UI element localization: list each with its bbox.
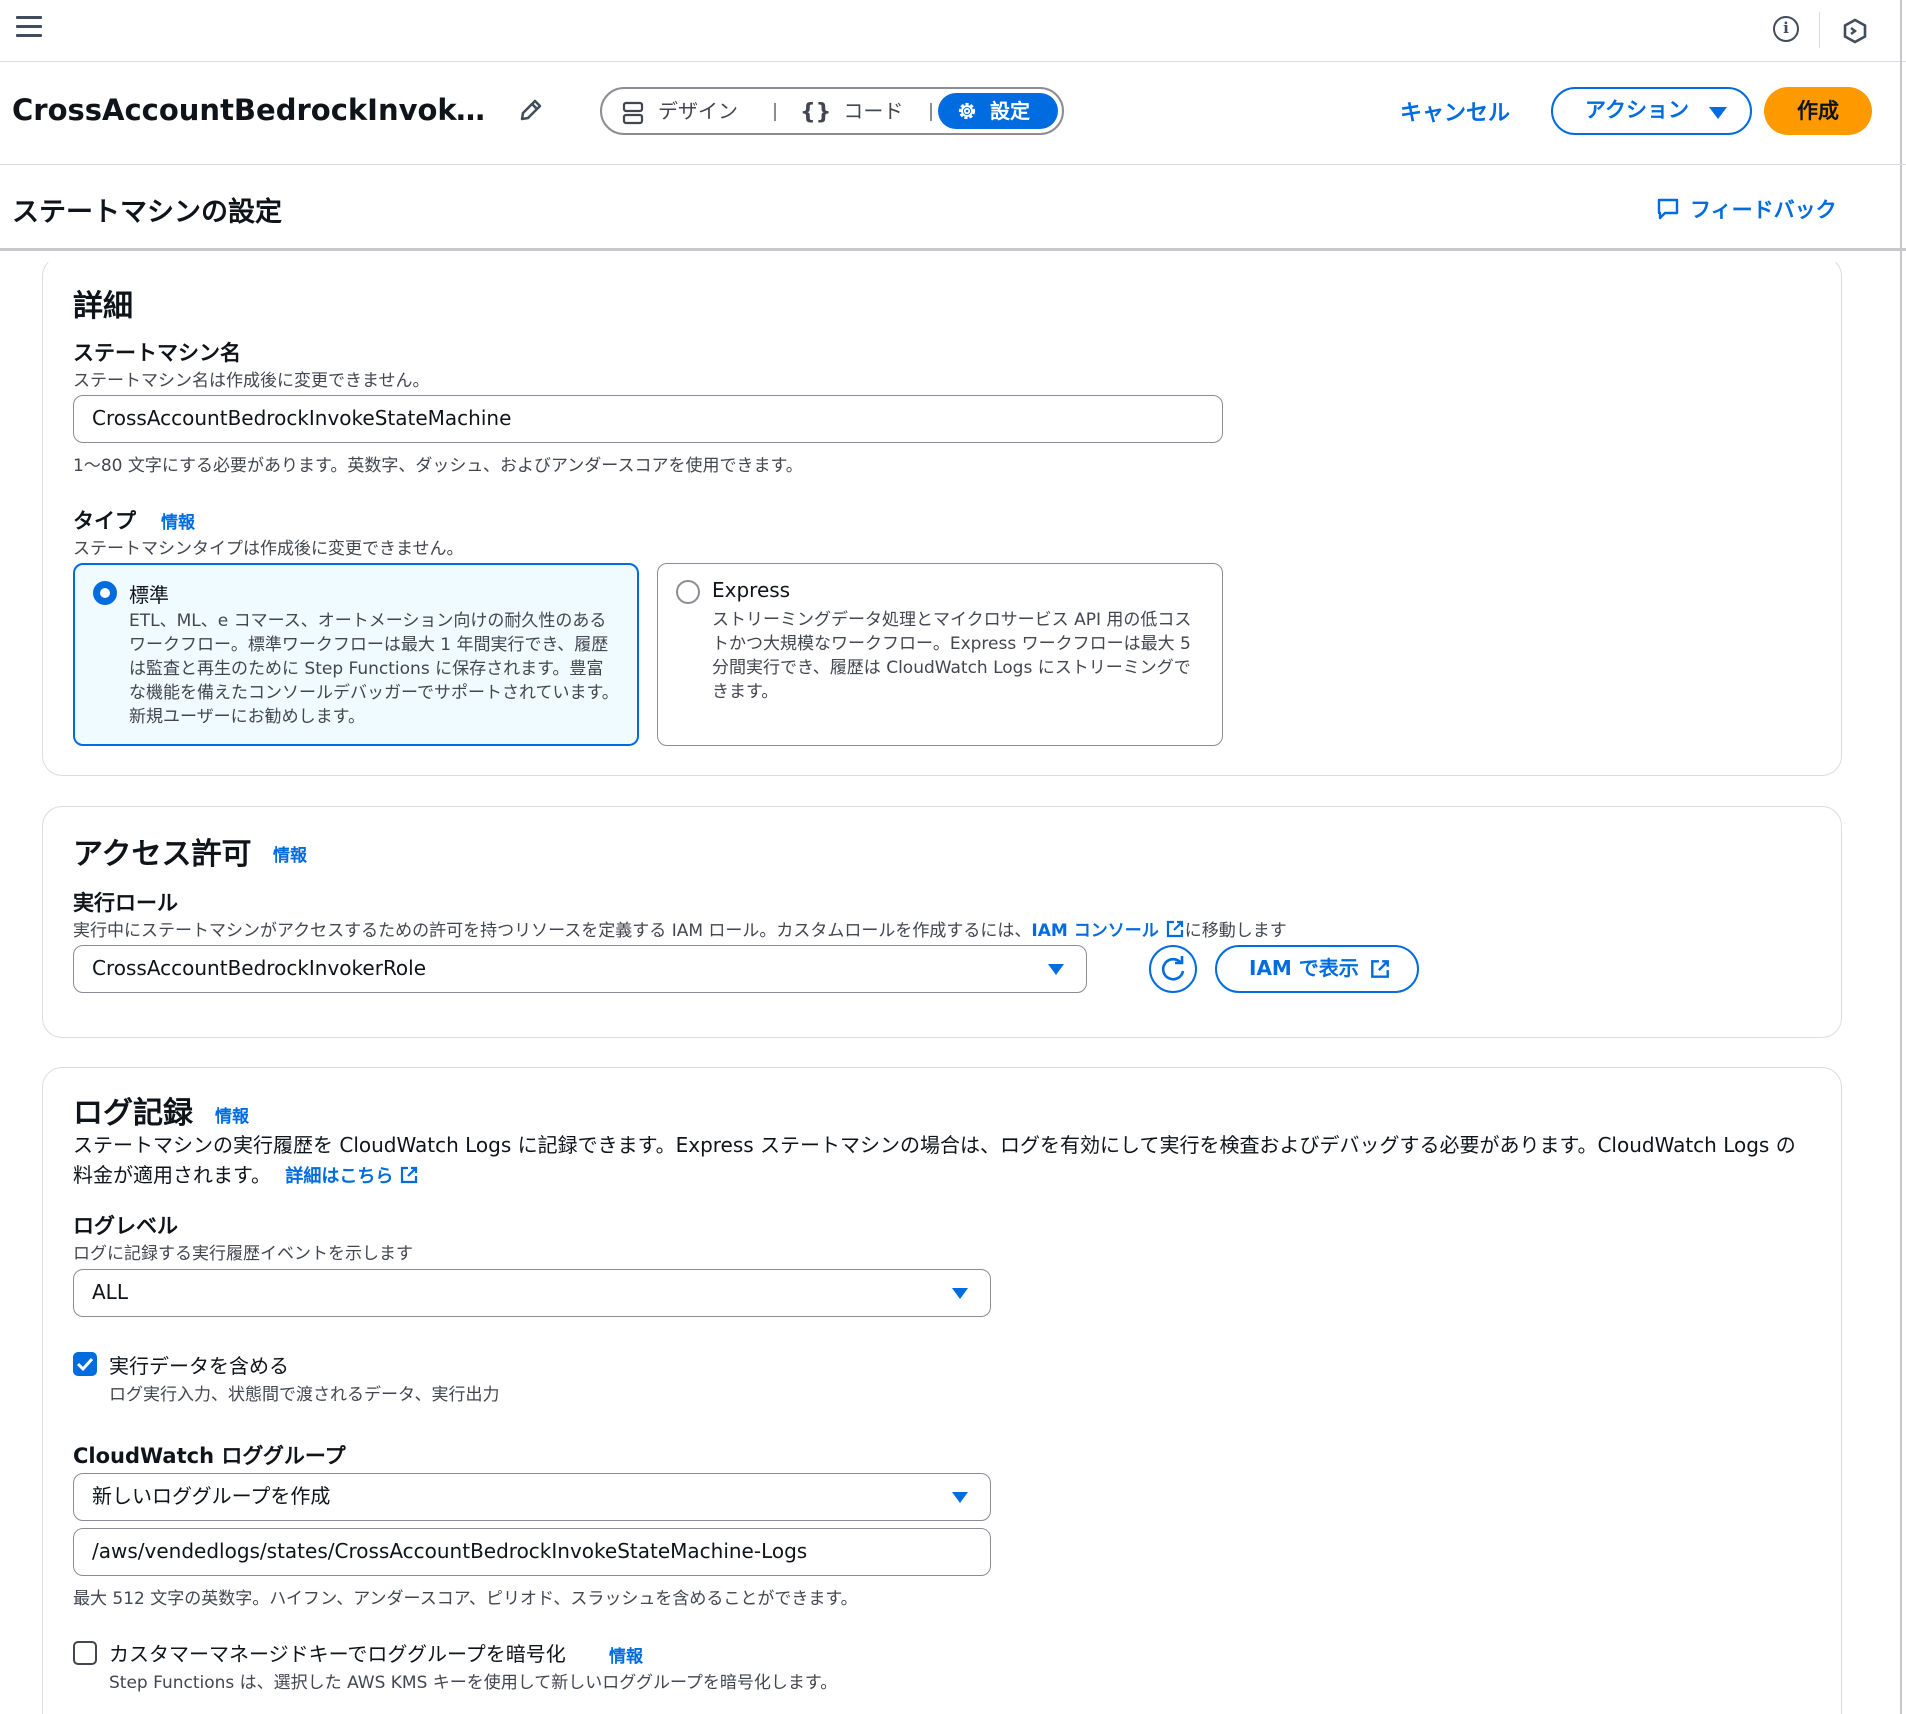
type-standard-tile[interactable]: 標準 ETL、ML、e コマース、オートメーション向けの耐久性のあるワークフロー… bbox=[73, 563, 639, 746]
log-group-label: CloudWatch ロググループ bbox=[73, 1444, 346, 1468]
tab-settings-label: 設定 bbox=[990, 99, 1030, 123]
encrypt-log-group-checkbox[interactable] bbox=[73, 1641, 97, 1665]
iam-console-link[interactable]: IAM コンソール bbox=[1031, 920, 1184, 941]
details-panel: 詳細 ステートマシン名 ステートマシン名は作成後に変更できません。 CrossA… bbox=[42, 256, 1842, 776]
page-scrollbar[interactable] bbox=[1900, 0, 1902, 1714]
hamburger-menu-icon[interactable] bbox=[16, 16, 42, 38]
learn-more-label: 詳細はこちら bbox=[285, 1166, 394, 1187]
logging-heading: ログ記録 bbox=[73, 1096, 193, 1131]
settings-subheader: ステートマシンの設定 フィードバック bbox=[0, 166, 1906, 251]
cloudshell-icon[interactable] bbox=[1843, 18, 1867, 44]
details-heading: 詳細 bbox=[73, 289, 133, 324]
permissions-heading: アクセス許可 bbox=[73, 837, 252, 872]
code-braces-icon: {} bbox=[800, 99, 832, 125]
include-execution-data-label[interactable]: 実行データを含める bbox=[109, 1350, 289, 1379]
permissions-info-link[interactable]: 情報 bbox=[273, 841, 307, 866]
refresh-icon bbox=[1161, 956, 1185, 981]
execution-role-label: 実行ロール bbox=[73, 891, 178, 915]
name-description: ステートマシン名は作成後に変更できません。 bbox=[73, 371, 430, 391]
type-standard-title: 標準 bbox=[129, 583, 169, 607]
state-machine-name-input[interactable]: CrossAccountBedrockInvokeStateMachine bbox=[73, 395, 1223, 443]
view-in-iam-button[interactable]: IAM で表示 bbox=[1215, 945, 1419, 993]
design-icon bbox=[622, 101, 644, 124]
tab-divider bbox=[930, 103, 932, 121]
encrypt-log-group-label[interactable]: カスタマーマネージドキーでロググループを暗号化 bbox=[109, 1638, 566, 1667]
logging-description: ステートマシンの実行履歴を CloudWatch Logs に記録できます。Ex… bbox=[73, 1130, 1813, 1192]
tab-divider bbox=[774, 103, 776, 121]
pencil-edit-icon[interactable] bbox=[518, 97, 544, 123]
logging-panel: ログ記録 情報 ステートマシンの実行履歴を CloudWatch Logs に記… bbox=[42, 1067, 1842, 1714]
divider bbox=[1819, 12, 1820, 48]
view-mode-segmented-control: デザイン {} コード 設定 bbox=[600, 87, 1064, 135]
tab-design-label: デザイン bbox=[658, 99, 738, 123]
checkmark-icon bbox=[76, 1357, 94, 1372]
view-in-iam-label: IAM で表示 bbox=[1249, 956, 1359, 980]
encrypt-info-link[interactable]: 情報 bbox=[609, 1642, 643, 1667]
permissions-panel: アクセス許可 情報 実行ロール 実行中にステートマシンがアクセスするための許可を… bbox=[42, 806, 1842, 1038]
logging-info-link[interactable]: 情報 bbox=[215, 1102, 249, 1127]
top-navigation-bar: i bbox=[0, 0, 1906, 62]
type-label: タイプ bbox=[73, 509, 136, 533]
role-desc-suffix: に移動します bbox=[1184, 921, 1287, 941]
include-execution-data-description: ログ実行入力、状態間で渡されるデータ、実行出力 bbox=[109, 1385, 500, 1405]
log-level-select[interactable]: ALL bbox=[73, 1269, 991, 1317]
feedback-icon bbox=[1657, 198, 1679, 220]
external-link-icon bbox=[1166, 920, 1183, 938]
tab-code[interactable]: {} コード bbox=[800, 94, 903, 128]
log-group-name-input[interactable]: /aws/vendedlogs/states/CrossAccountBedro… bbox=[73, 1528, 991, 1576]
page-header: CrossAccountBedrockInvokeStateMachine デザ… bbox=[0, 63, 1906, 165]
page-title: ステートマシンの設定 bbox=[12, 197, 282, 228]
tab-design[interactable]: デザイン bbox=[622, 94, 738, 128]
caret-down-icon bbox=[952, 1492, 968, 1503]
info-icon[interactable]: i bbox=[1773, 16, 1799, 42]
type-express-title: Express bbox=[712, 578, 791, 602]
iam-console-link-label: IAM コンソール bbox=[1031, 921, 1159, 941]
learn-more-link[interactable]: 詳細はこちら bbox=[285, 1166, 419, 1187]
type-info-link[interactable]: 情報 bbox=[161, 508, 195, 533]
execution-role-value: CrossAccountBedrockInvokerRole bbox=[92, 956, 427, 980]
external-link-icon bbox=[401, 1166, 418, 1184]
caret-down-icon bbox=[952, 1288, 968, 1299]
log-level-label: ログレベル bbox=[73, 1214, 178, 1238]
caret-down-icon bbox=[1048, 964, 1064, 975]
include-execution-data-checkbox[interactable] bbox=[73, 1352, 97, 1376]
execution-role-select[interactable]: CrossAccountBedrockInvokerRole bbox=[73, 945, 1087, 993]
actions-label: アクション bbox=[1585, 98, 1689, 122]
radio-express[interactable] bbox=[676, 580, 700, 604]
log-group-constraint-text: 最大 512 文字の英数字。ハイフン、アンダースコア、ピリオド、スラッシュを含め… bbox=[73, 1589, 858, 1609]
log-group-select[interactable]: 新しいロググループを作成 bbox=[73, 1473, 991, 1521]
name-label: ステートマシン名 bbox=[73, 341, 241, 365]
external-link-icon bbox=[1371, 960, 1389, 978]
caret-down-icon bbox=[1709, 107, 1727, 119]
radio-standard[interactable] bbox=[93, 581, 117, 605]
encrypt-log-group-description: Step Functions は、選択した AWS KMS キーを使用して新しい… bbox=[109, 1673, 838, 1693]
cancel-button[interactable]: キャンセル bbox=[1400, 95, 1510, 127]
actions-dropdown-button[interactable]: アクション bbox=[1551, 87, 1752, 135]
tab-settings[interactable]: 設定 bbox=[938, 93, 1058, 129]
log-group-select-value: 新しいロググループを作成 bbox=[92, 1484, 331, 1508]
feedback-label: フィードバック bbox=[1690, 198, 1837, 222]
type-express-desc: ストリーミングデータ処理とマイクロサービス API 用の低コストかつ大規模なワー… bbox=[712, 610, 1192, 702]
log-level-description: ログに記録する実行履歴イベントを示します bbox=[73, 1244, 413, 1264]
type-express-tile[interactable]: Express ストリーミングデータ処理とマイクロサービス API 用の低コスト… bbox=[657, 563, 1223, 746]
execution-role-description: 実行中にステートマシンがアクセスするための許可を持つリソースを定義する IAM … bbox=[73, 916, 1287, 941]
create-button[interactable]: 作成 bbox=[1764, 87, 1872, 135]
type-standard-desc: ETL、ML、e コマース、オートメーション向けの耐久性のあるワークフロー。標準… bbox=[129, 611, 619, 727]
feedback-link[interactable]: フィードバック bbox=[1656, 194, 1837, 224]
log-level-value: ALL bbox=[92, 1280, 128, 1304]
gear-icon bbox=[958, 102, 976, 120]
state-machine-title: CrossAccountBedrockInvokeStateMachine bbox=[12, 93, 492, 127]
refresh-roles-button[interactable] bbox=[1149, 945, 1197, 993]
name-constraint-text: 1〜80 文字にする必要があります。英数字、ダッシュ、およびアンダースコアを使用… bbox=[73, 456, 803, 476]
tab-code-label: コード bbox=[843, 99, 904, 123]
role-desc-prefix: 実行中にステートマシンがアクセスするための許可を持つリソースを定義する IAM … bbox=[73, 921, 1032, 941]
type-description: ステートマシンタイプは作成後に変更できません。 bbox=[73, 539, 464, 559]
